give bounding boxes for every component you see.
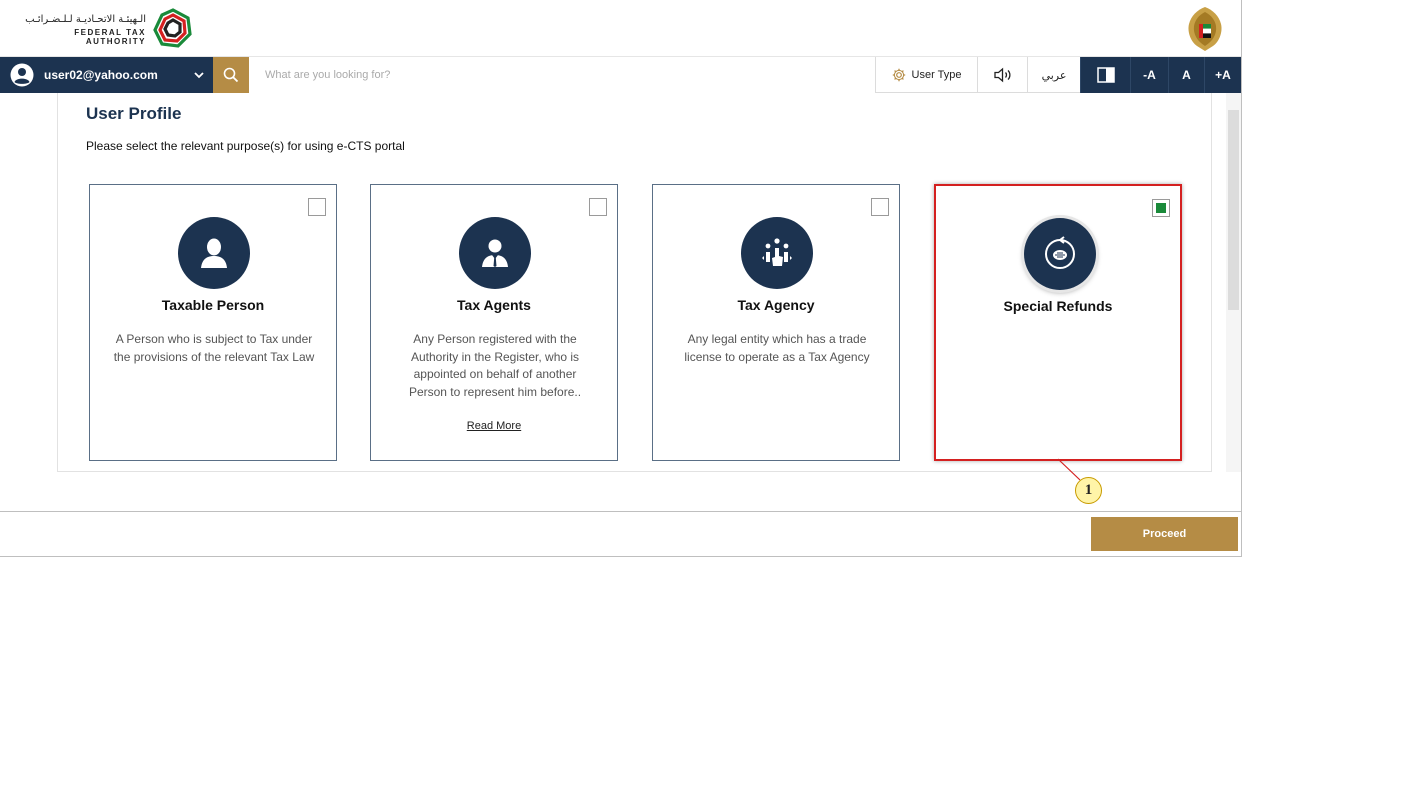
fta-logo-text: الـهيئـة الاتحـاديـة لـلـضـرائـب FEDERAL… [16,14,146,46]
fta-logo-icon [153,8,192,48]
speaker-icon [993,67,1011,83]
card-title: Tax Agency [737,297,815,313]
logo-bar: الـهيئـة الاتحـاديـة لـلـضـرائـب FEDERAL… [0,0,1241,57]
user-email: user02@yahoo.com [44,68,158,82]
card-title: Special Refunds [1003,298,1113,314]
callout-number-badge: 1 [1075,477,1102,504]
read-more-link[interactable]: Read More [371,420,617,432]
taxable-person-checkbox[interactable] [308,198,326,216]
card-title: Tax Agents [457,297,531,313]
search-input[interactable] [249,57,875,93]
uae-emblem-icon [1188,7,1222,51]
user-type-label: User Type [911,69,962,81]
nav-bar: user02@yahoo.com User Type [0,57,1241,93]
card-description: A Person who is subject to Tax under the… [113,332,315,364]
page-title: User Profile [86,104,182,123]
chevron-down-icon [194,72,204,79]
card-description: Any Person registered with the Authority… [408,332,582,399]
agency-icon [741,217,813,289]
user-profile-panel: User Profile Please select the relevant … [57,93,1212,472]
card-taxable-person[interactable]: Taxable Person A Person who is subject t… [89,184,337,461]
refund-icon [1024,218,1096,290]
app-window: الـهيئـة الاتحـاديـة لـلـضـرائـب FEDERAL… [0,0,1242,557]
special-refunds-checkbox[interactable] [1152,199,1170,217]
read-aloud-button[interactable] [977,57,1027,93]
user-avatar-icon [10,63,34,87]
search-button[interactable] [213,57,249,93]
agent-icon [459,217,531,289]
user-menu-dropdown[interactable]: user02@yahoo.com [0,57,213,93]
card-description: Any legal entity which has a trade licen… [684,332,870,364]
font-normal-button[interactable]: A [1168,57,1204,93]
logo-arabic-text: الـهيئـة الاتحـاديـة لـلـضـرائـب [25,14,146,25]
card-title: Taxable Person [161,297,265,313]
scrollbar-thumb[interactable] [1228,110,1239,310]
font-decrease-button[interactable]: -A [1130,57,1168,93]
tax-agency-checkbox[interactable] [871,198,889,216]
contrast-toggle[interactable] [1080,57,1130,93]
tax-agents-checkbox[interactable] [589,198,607,216]
card-tax-agents[interactable]: Tax Agents Any Person registered with th… [370,184,618,461]
gear-icon [892,68,905,82]
font-increase-button[interactable]: +A [1204,57,1241,93]
user-type-button[interactable]: User Type [875,57,977,93]
logo-english-text: FEDERAL TAX AUTHORITY [74,28,146,46]
contrast-icon [1096,67,1115,83]
footer-bar: Proceed [0,511,1241,556]
card-tax-agency[interactable]: Tax Agency Any legal entity which has a … [652,184,900,461]
proceed-button[interactable]: Proceed [1091,517,1238,551]
search-icon [223,67,239,83]
person-icon [178,217,250,289]
page-subtitle: Please select the relevant purpose(s) fo… [86,139,405,153]
language-toggle[interactable]: عربي [1027,57,1080,93]
card-special-refunds[interactable]: Special Refunds [934,184,1182,461]
